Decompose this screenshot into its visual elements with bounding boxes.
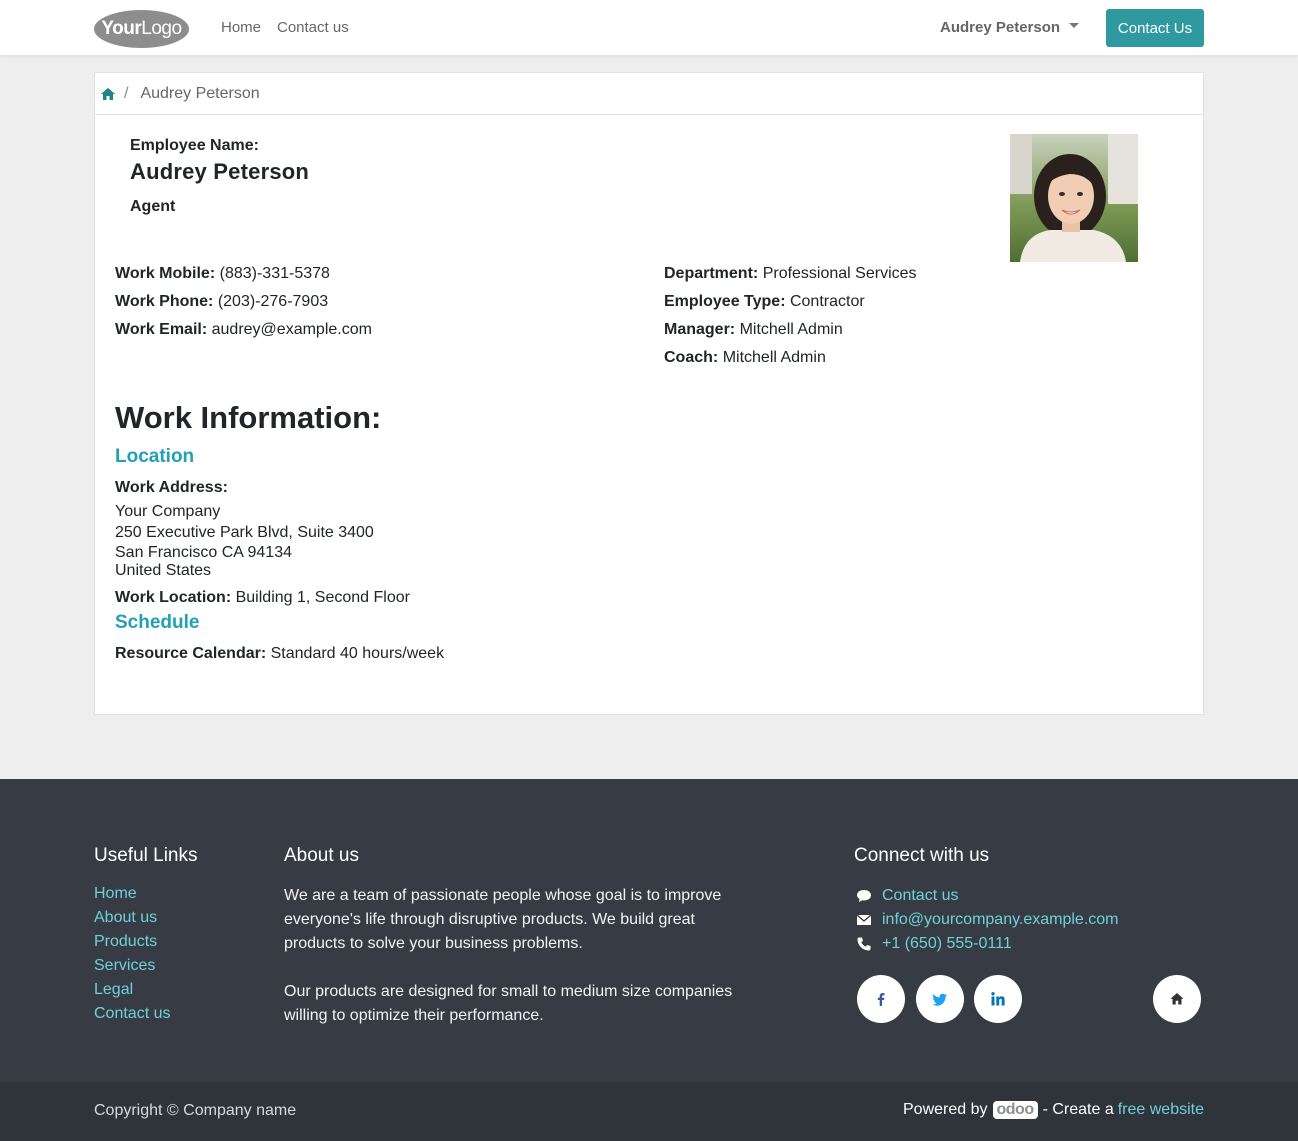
work-email-field: Work Email: audrey@example.com: [115, 321, 372, 339]
create-text: - Create a: [1042, 1101, 1114, 1118]
field-value: Building 1, Second Floor: [235, 589, 410, 606]
field-label: Work Phone:: [115, 293, 214, 310]
resource-calendar-field: Resource Calendar: Standard 40 hours/wee…: [115, 645, 444, 663]
footer-link-products[interactable]: Products: [94, 932, 170, 956]
field-label: Work Email:: [115, 321, 208, 338]
home-icon: [1170, 993, 1184, 1005]
copyright-text: Copyright © Company name: [94, 1102, 297, 1119]
coach-field: Coach: Mitchell Admin: [664, 349, 826, 367]
employee-card: / Audrey Peterson Employee Name: Audrey …: [94, 72, 1204, 715]
powered-by: Powered by odoo - Create a free website: [903, 1101, 1204, 1119]
employee-type-field: Employee Type: Contractor: [664, 293, 865, 311]
footer-link-home[interactable]: Home: [94, 884, 170, 908]
employee-job-title: Agent: [130, 198, 176, 215]
logo-text-light: Logo: [141, 18, 182, 39]
work-address: Your Company 250 Executive Park Blvd, Su…: [115, 501, 374, 576]
facebook-button[interactable]: [857, 975, 905, 1023]
footer-link-about[interactable]: About us: [94, 908, 170, 932]
twitter-icon: [932, 993, 947, 1006]
contact-us-button[interactable]: Contact Us: [1106, 9, 1204, 47]
field-value: Contractor: [789, 293, 865, 310]
field-label: Work Mobile:: [115, 265, 216, 282]
user-menu-dropdown[interactable]: Audrey Peterson: [940, 19, 1080, 36]
about-text: We are a team of passionate people whose…: [284, 884, 734, 1028]
field-value: (203)-276-7903: [217, 293, 329, 310]
phone-row[interactable]: +1 (650) 555-0111: [856, 932, 1119, 956]
manager-field: Manager: Mitchell Admin: [664, 321, 843, 339]
email-row[interactable]: info@yourcompany.example.com: [856, 908, 1119, 932]
field-label: Department:: [664, 265, 759, 282]
address-line: 250 Executive Park Blvd, Suite 3400: [115, 524, 374, 541]
useful-links-heading: Useful Links: [94, 845, 198, 866]
odoo-logo[interactable]: odoo: [992, 1101, 1038, 1119]
contact-us-link[interactable]: Contact us: [882, 887, 958, 905]
contact-us-row[interactable]: Contact us: [856, 884, 1119, 908]
nav-contact-link[interactable]: Contact us: [277, 19, 349, 36]
powered-by-text: Powered by: [903, 1101, 988, 1118]
footer-link-services[interactable]: Services: [94, 956, 170, 980]
address-line: Your Company: [115, 503, 221, 520]
linkedin-button[interactable]: [974, 975, 1022, 1023]
field-value: Mitchell Admin: [722, 349, 826, 366]
email-link[interactable]: info@yourcompany.example.com: [882, 911, 1119, 929]
envelope-icon: [856, 914, 872, 925]
field-label: Resource Calendar:: [115, 645, 267, 662]
about-paragraph: We are a team of passionate people whose…: [284, 887, 722, 952]
field-label: Coach:: [664, 349, 719, 366]
department-field: Department: Professional Services: [664, 265, 917, 283]
chevron-down-icon: [1069, 23, 1080, 28]
employee-avatar: [1010, 134, 1138, 262]
phone-icon: [857, 937, 871, 951]
location-heading: Location: [115, 446, 195, 467]
footer-link-contact[interactable]: Contact us: [94, 1004, 170, 1028]
field-value: (883)-331-5378: [219, 265, 330, 282]
field-label: Employee Type:: [664, 293, 786, 310]
schedule-heading: Schedule: [115, 612, 200, 633]
nav-home-link[interactable]: Home: [221, 19, 261, 36]
breadcrumb-separator: /: [124, 84, 129, 102]
company-logo[interactable]: Your Logo: [94, 10, 189, 48]
free-website-link[interactable]: free website: [1118, 1101, 1204, 1119]
field-value: Mitchell Admin: [739, 321, 843, 338]
work-information-title: Work Information:: [115, 400, 382, 435]
footer: Useful Links Home About us Products Serv…: [0, 779, 1298, 1082]
contact-list: Contact us info@yourcompany.example.com …: [856, 884, 1119, 956]
home-icon[interactable]: [100, 87, 116, 101]
field-label: Manager:: [664, 321, 736, 338]
home-button[interactable]: [1153, 975, 1201, 1023]
about-heading: About us: [284, 845, 359, 866]
about-paragraph: Our products are designed for small to m…: [284, 983, 733, 1024]
logo-text-bold: Your: [101, 18, 142, 39]
footer-link-legal[interactable]: Legal: [94, 980, 170, 1004]
work-phone-field: Work Phone: (203)-276-7903: [115, 293, 328, 311]
field-value: Professional Services: [762, 265, 917, 282]
employee-name-label: Employee Name:: [130, 137, 259, 154]
employee-name: Audrey Peterson: [130, 159, 310, 184]
comment-icon: [857, 890, 871, 902]
field-label: Work Location:: [115, 589, 232, 606]
facebook-icon: [877, 993, 885, 1006]
copyright-bar: Copyright © Company name Powered by odoo…: [0, 1082, 1298, 1141]
user-menu-name: Audrey Peterson: [940, 19, 1061, 36]
top-navbar: Your Logo Home Contact us Audrey Peterson…: [0, 0, 1298, 56]
connect-heading: Connect with us: [854, 845, 990, 866]
work-address-label: Work Address:: [115, 479, 228, 496]
breadcrumb-current: Audrey Peterson: [140, 84, 260, 102]
twitter-button[interactable]: [916, 975, 964, 1023]
phone-link[interactable]: +1 (650) 555-0111: [882, 935, 1012, 953]
field-value: Standard 40 hours/week: [270, 645, 445, 662]
linkedin-icon: [991, 992, 1005, 1006]
useful-links-list: Home About us Products Services Legal Co…: [94, 884, 170, 1028]
breadcrumb: / Audrey Peterson: [95, 73, 1203, 115]
field-value: audrey@example.com: [211, 321, 372, 338]
work-location-field: Work Location: Building 1, Second Floor: [115, 589, 410, 607]
work-mobile-field: Work Mobile: (883)-331-5378: [115, 265, 330, 283]
